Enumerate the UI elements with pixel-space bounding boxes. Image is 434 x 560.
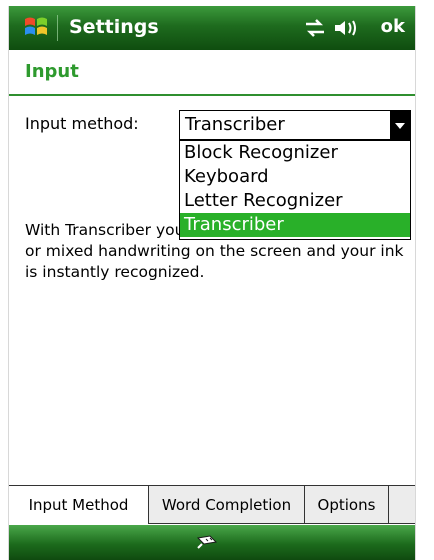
softkey-bar xyxy=(9,525,415,560)
ok-button[interactable]: ok xyxy=(381,16,405,37)
chevron-down-icon[interactable] xyxy=(390,111,410,139)
volume-icon[interactable] xyxy=(333,18,359,38)
dropdown-options-list: Block Recognizer Keyboard Letter Recogni… xyxy=(179,140,411,240)
option-keyboard[interactable]: Keyboard xyxy=(180,165,410,189)
keyboard-input-icon[interactable] xyxy=(192,532,222,552)
title-separator xyxy=(57,15,58,41)
page-heading: Input xyxy=(9,50,415,96)
input-method-dropdown[interactable]: Transcriber xyxy=(179,110,411,140)
title-bar: Settings ok xyxy=(9,6,415,50)
dropdown-value: Transcriber xyxy=(185,114,285,135)
windows-start-icon[interactable] xyxy=(23,14,49,40)
tab-bar-filler xyxy=(389,486,415,524)
connectivity-icon[interactable] xyxy=(304,18,326,38)
tab-bar: Input Method Word Completion Options xyxy=(9,485,415,526)
window-title: Settings xyxy=(69,16,159,38)
option-letter-recognizer[interactable]: Letter Recognizer xyxy=(180,189,410,213)
page-title: Input xyxy=(25,61,79,82)
option-block-recognizer[interactable]: Block Recognizer xyxy=(180,141,410,165)
device-screen: Settings ok Input Input method: Transcri… xyxy=(8,6,416,560)
tab-options[interactable]: Options xyxy=(305,486,389,524)
input-method-label: Input method: xyxy=(25,114,139,133)
tab-input-method[interactable]: Input Method xyxy=(9,486,149,524)
option-transcriber[interactable]: Transcriber xyxy=(180,213,410,237)
tab-word-completion[interactable]: Word Completion xyxy=(149,486,305,524)
